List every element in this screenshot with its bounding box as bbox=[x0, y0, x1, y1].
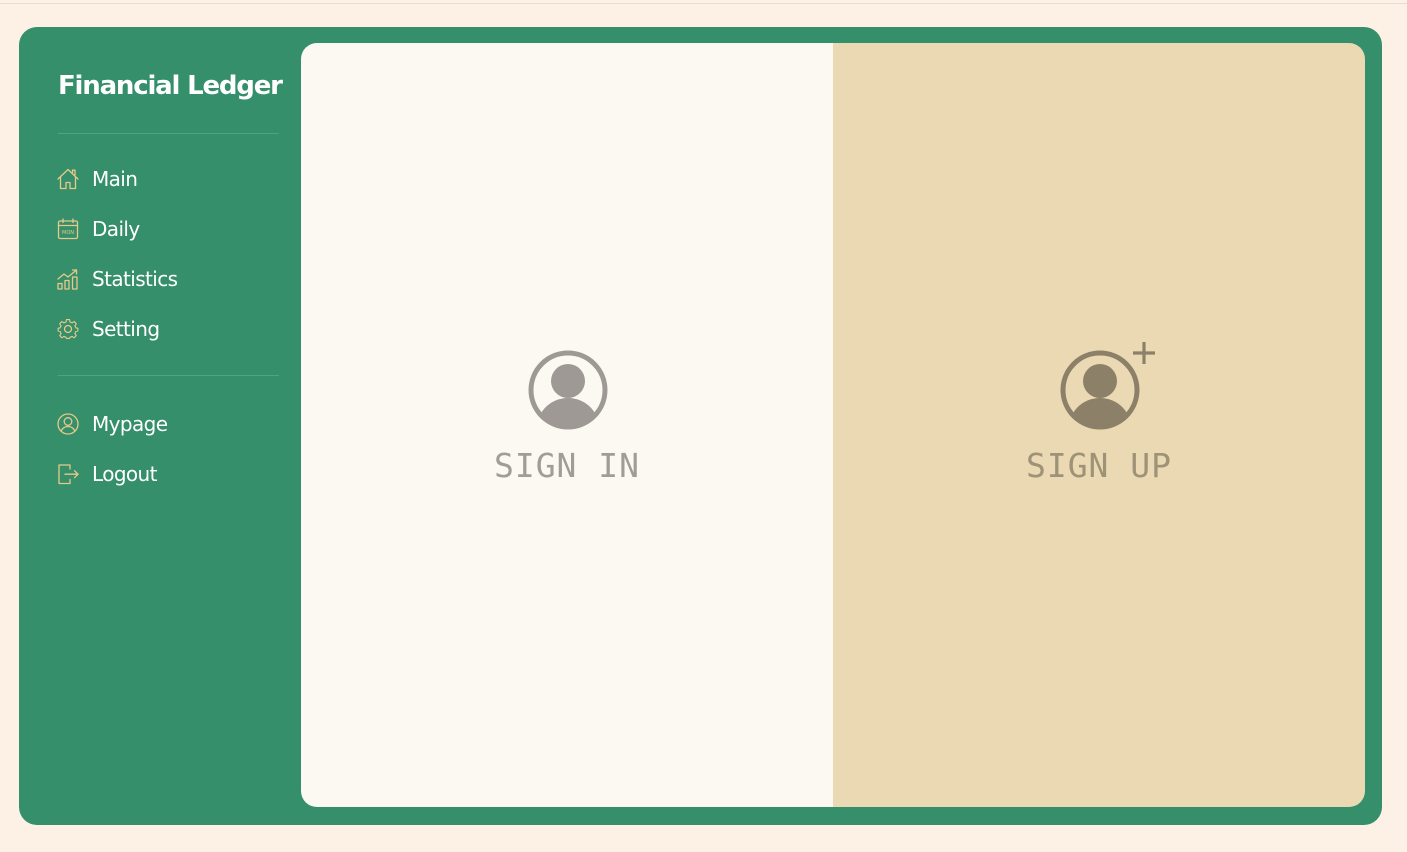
sidebar-item-label: Main bbox=[92, 167, 138, 191]
calendar-icon-text: MON bbox=[62, 230, 74, 236]
home-icon bbox=[56, 167, 80, 191]
user-icon bbox=[526, 348, 610, 432]
sign-up-label: SIGN UP bbox=[1025, 446, 1173, 485]
app-title: Financial Ledger bbox=[58, 71, 283, 101]
logout-icon bbox=[56, 462, 80, 486]
sidebar-item-label: Daily bbox=[92, 217, 140, 241]
sidebar-divider bbox=[58, 133, 279, 134]
app-frame: Financial Ledger Main MON Daily Statisti… bbox=[19, 27, 1382, 825]
sidebar: Financial Ledger Main MON Daily Statisti… bbox=[19, 27, 301, 825]
sidebar-item-label: Mypage bbox=[92, 412, 168, 436]
user-plus-icon bbox=[1058, 342, 1155, 432]
sidebar-divider bbox=[58, 375, 279, 376]
sidebar-item-logout[interactable]: Logout bbox=[56, 459, 157, 489]
sign-in-panel[interactable]: SIGN IN bbox=[301, 43, 833, 807]
sidebar-item-daily[interactable]: MON Daily bbox=[56, 214, 140, 244]
sidebar-item-mypage[interactable]: Mypage bbox=[56, 409, 168, 439]
sidebar-item-main[interactable]: Main bbox=[56, 164, 138, 194]
user-circle-icon bbox=[56, 412, 80, 436]
gear-icon bbox=[56, 317, 80, 341]
auth-panels: SIGN IN SIGN UP bbox=[301, 43, 1365, 807]
sidebar-item-label: Statistics bbox=[92, 267, 178, 291]
sidebar-item-label: Logout bbox=[92, 462, 157, 486]
sidebar-item-statistics[interactable]: Statistics bbox=[56, 264, 178, 294]
sign-up-panel[interactable]: SIGN UP bbox=[833, 43, 1365, 807]
sidebar-item-label: Setting bbox=[92, 317, 160, 341]
sign-in-label: SIGN IN bbox=[493, 446, 641, 485]
chart-icon bbox=[56, 267, 80, 291]
page-edge bbox=[0, 3, 1407, 4]
calendar-icon: MON bbox=[56, 217, 80, 241]
sidebar-item-setting[interactable]: Setting bbox=[56, 314, 160, 344]
